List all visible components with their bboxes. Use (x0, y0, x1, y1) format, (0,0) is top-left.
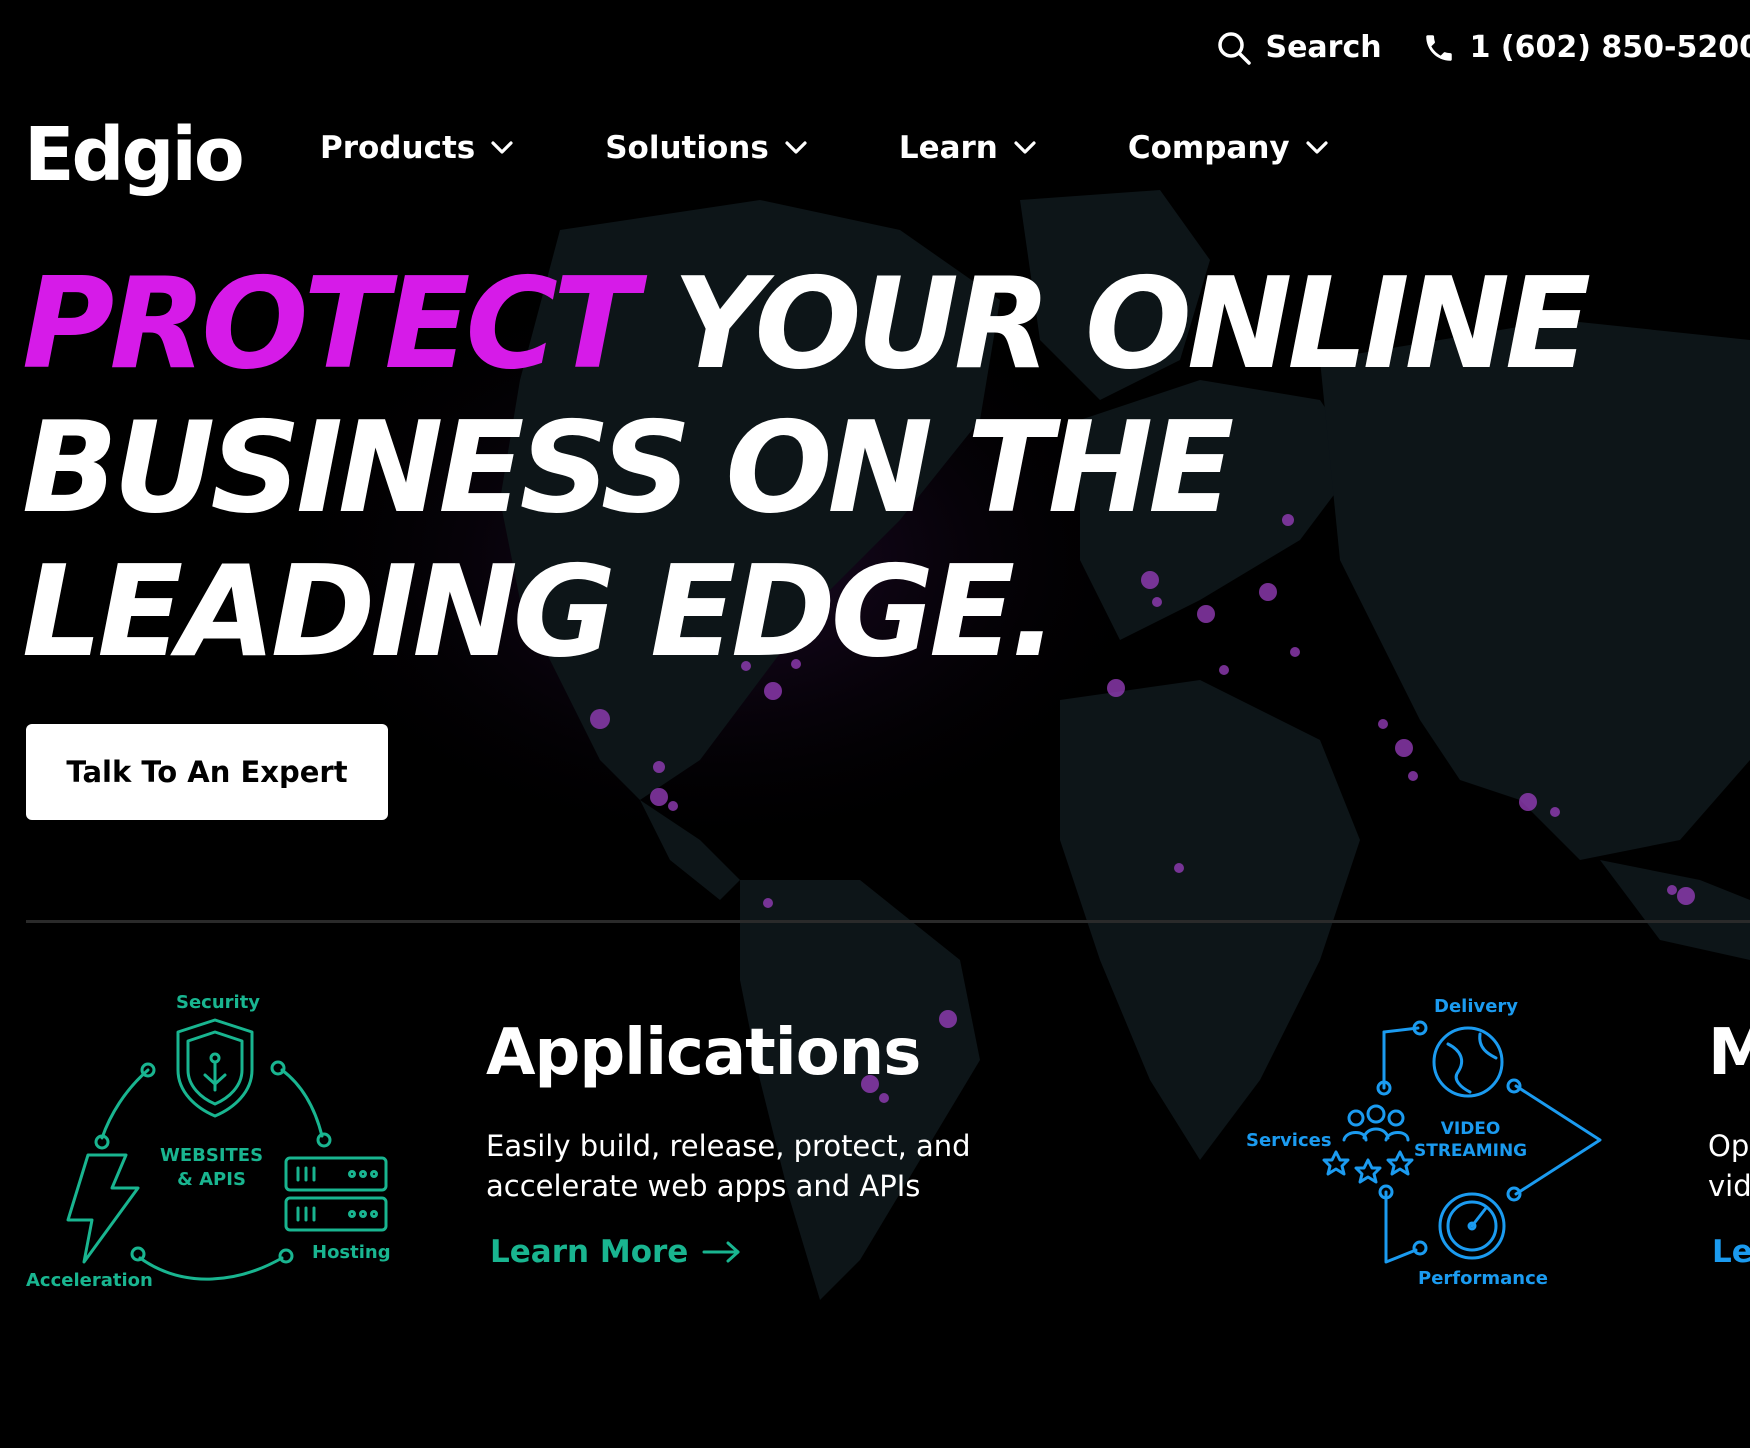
applications-desc-line-2: accelerate web apps and APIs (486, 1169, 921, 1203)
utility-bar: Search 1 (602) 850-5200 (1217, 30, 1750, 65)
search-icon (1218, 31, 1252, 65)
media-learn-more-label: Le (1712, 1234, 1750, 1270)
chevron-down-icon (1306, 141, 1328, 154)
nav-item-label: Company (1127, 130, 1290, 166)
hosting-label: Hosting (312, 1242, 391, 1263)
nav-item-company[interactable]: Company (1128, 130, 1328, 166)
services-label: Services (1246, 1130, 1332, 1151)
phone-icon (1425, 34, 1452, 61)
section-divider (26, 920, 1750, 923)
phone-link[interactable]: 1 (602) 850-5200 (1422, 30, 1750, 65)
apis-label: & APIS (177, 1169, 246, 1190)
phone-number: 1 (602) 850-5200 (1469, 30, 1750, 65)
chevron-down-icon (491, 141, 513, 154)
nav-item-label: Solutions (605, 130, 769, 166)
performance-label: Performance (1418, 1268, 1548, 1289)
applications-learn-more-link[interactable]: Learn More (490, 1234, 742, 1270)
hero-accent-word: PROTECT (22, 250, 639, 397)
hero-line-2: BUSINESS ON THE (22, 394, 1234, 541)
media-desc-line-2: vid (1708, 1169, 1750, 1203)
media-learn-more-link[interactable]: Le (1712, 1234, 1750, 1270)
applications-description: Easily build, release, protect, and acce… (486, 1126, 971, 1206)
websites-label: WEBSITES (160, 1145, 264, 1166)
edgio-logo[interactable]: Edgio (24, 112, 245, 198)
video-streaming-label: VIDEO STREAMING (1414, 1118, 1527, 1162)
learn-more-label: Learn More (490, 1234, 689, 1270)
hero-headline: PROTECT YOUR ONLINE BUSINESS ON THE LEAD… (22, 250, 1591, 685)
nav-item-solutions[interactable]: Solutions (605, 130, 807, 166)
chevron-down-icon (785, 141, 807, 154)
media-desc-line-1: Op (1708, 1129, 1750, 1163)
security-label: Security (176, 992, 261, 1013)
hero-line-3: LEADING EDGE. (22, 538, 1058, 685)
nav-item-label: Products (320, 130, 476, 166)
arrow-right-icon (702, 1241, 740, 1263)
talk-to-expert-button[interactable]: Talk To An Expert (26, 724, 388, 820)
applications-title: Applications (486, 1016, 921, 1090)
websites-apis-label: WEBSITES & APIS (160, 1144, 263, 1192)
nav-item-learn[interactable]: Learn (899, 130, 1036, 166)
media-description: Op vid (1708, 1126, 1750, 1206)
search-label: Search (1265, 30, 1382, 65)
nav-item-products[interactable]: Products (320, 130, 513, 166)
chevron-down-icon (1014, 141, 1036, 154)
page: Search 1 (602) 850-5200 Edgio Products S… (0, 0, 1750, 1448)
video-label: VIDEO (1440, 1119, 1501, 1139)
search-link[interactable]: Search (1217, 30, 1382, 65)
streaming-label: STREAMING (1414, 1141, 1528, 1161)
nav-item-label: Learn (898, 130, 998, 166)
hero-line-1: PROTECT YOUR ONLINE (22, 250, 1591, 397)
acceleration-label: Acceleration (26, 1270, 153, 1291)
main-nav: Products Solutions Learn Company (320, 130, 1328, 166)
delivery-label: Delivery (1434, 996, 1519, 1017)
applications-desc-line-1: Easily build, release, protect, and (486, 1129, 971, 1163)
hero-line-1-rest: YOUR ONLINE (633, 250, 1591, 397)
media-title: M (1708, 1016, 1750, 1090)
